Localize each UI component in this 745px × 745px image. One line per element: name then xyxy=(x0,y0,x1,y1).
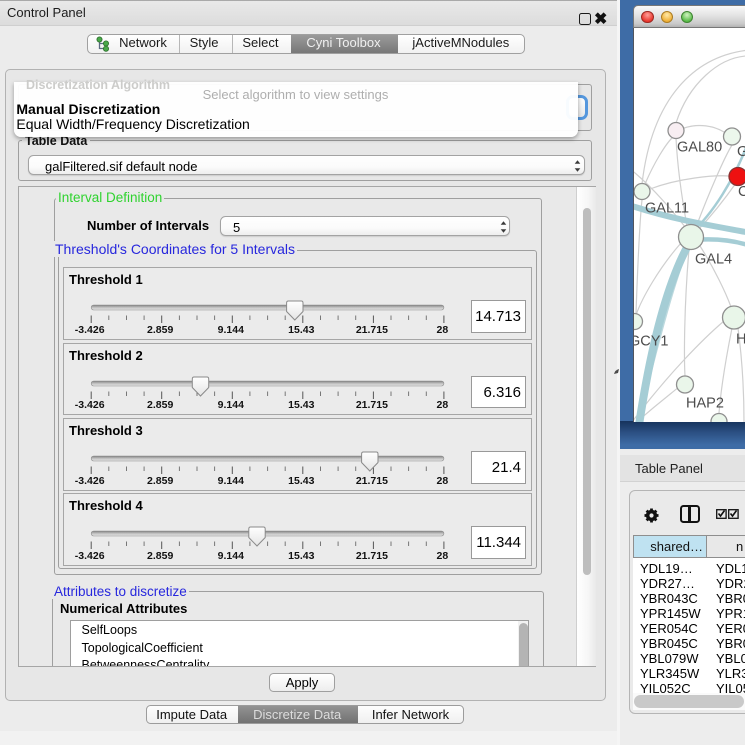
svg-text:GAL80: GAL80 xyxy=(677,140,722,156)
svg-text:CDC1: CDC1 xyxy=(738,184,745,200)
svg-text:HAP2: HAP2 xyxy=(686,396,724,412)
svg-text:GAL4: GAL4 xyxy=(737,144,745,160)
svg-text:GAL11: GAL11 xyxy=(645,201,689,217)
svg-text:GCY1: GCY1 xyxy=(634,334,669,350)
svg-text:HIS7: HIS7 xyxy=(736,332,745,348)
svg-text:GAL4: GAL4 xyxy=(695,252,732,268)
